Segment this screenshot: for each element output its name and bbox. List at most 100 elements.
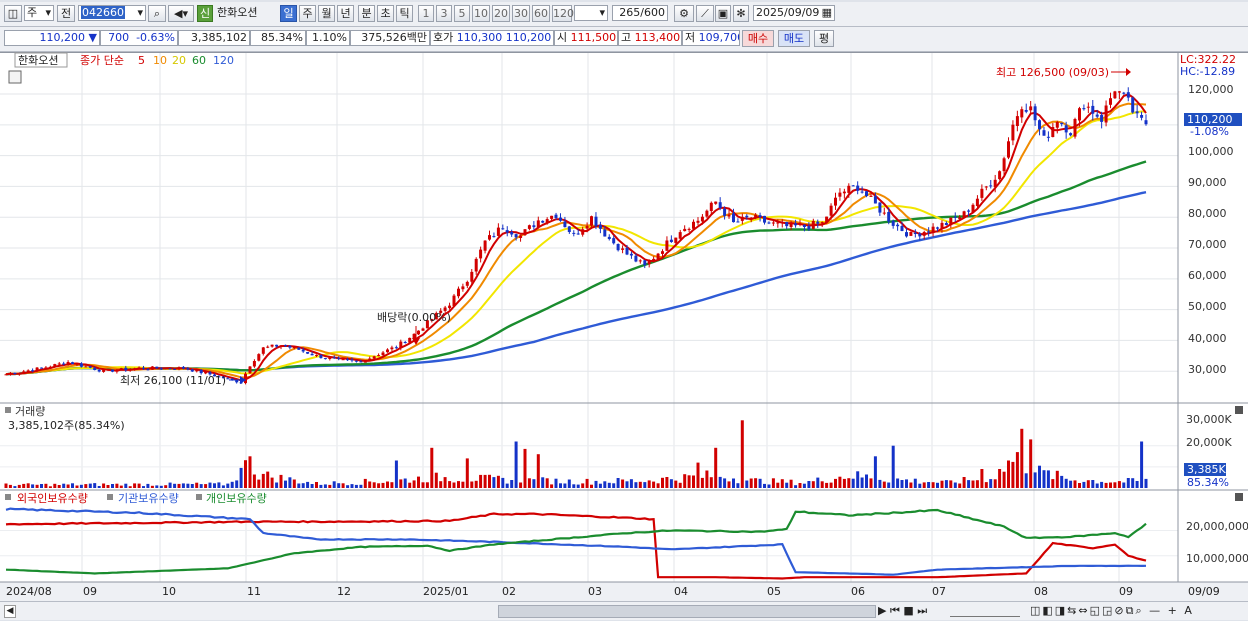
hc-label: HC:-12.89 bbox=[1180, 65, 1235, 78]
candle bbox=[829, 205, 833, 216]
prev-button[interactable]: 전 bbox=[57, 5, 75, 22]
volume-bar bbox=[235, 480, 239, 488]
candle bbox=[257, 354, 261, 361]
close-panel-icon[interactable] bbox=[1235, 406, 1243, 414]
candle bbox=[297, 347, 301, 350]
interval-3[interactable]: 3 bbox=[436, 5, 452, 22]
candle bbox=[692, 221, 695, 229]
volume-bar bbox=[492, 477, 496, 488]
stock-chart[interactable]: 한화오션 종가 단순 5 10 20 60 120 LC:322.22 HC:-… bbox=[0, 52, 1248, 601]
volume-bar bbox=[1038, 465, 1041, 488]
tool-icons[interactable]: ◫◧◨⇆⇔◱◲⊘⧉⌕ — + A bbox=[1030, 604, 1194, 618]
y-label-60000: 60,000 bbox=[1188, 269, 1227, 282]
volume-bar bbox=[1117, 481, 1121, 488]
candle bbox=[665, 240, 669, 251]
candle bbox=[1073, 119, 1077, 137]
candle bbox=[119, 368, 123, 370]
volume-bar bbox=[88, 483, 92, 488]
candle bbox=[337, 357, 341, 359]
playback-controls[interactable]: ▶ ⏮ ■ ⏭ bbox=[878, 604, 927, 618]
speaker-icon[interactable]: ◀▾ bbox=[168, 5, 194, 22]
candle bbox=[776, 222, 780, 224]
volume-bar bbox=[931, 482, 935, 488]
volume-bar bbox=[1086, 480, 1090, 488]
candle bbox=[155, 366, 159, 369]
close-panel-icon[interactable] bbox=[1235, 493, 1243, 501]
volume-bar bbox=[213, 483, 216, 488]
volume-bar bbox=[998, 469, 1002, 488]
volume-bar bbox=[310, 484, 314, 488]
volume-bar bbox=[62, 483, 66, 488]
zoom-slider[interactable] bbox=[950, 605, 1020, 617]
window-icon[interactable]: ◫ bbox=[4, 5, 22, 22]
volume-bar bbox=[434, 472, 438, 488]
volume-bar bbox=[989, 479, 993, 488]
candle bbox=[638, 260, 642, 262]
candle bbox=[57, 363, 61, 365]
buy-button[interactable]: 매수 bbox=[742, 30, 774, 47]
volume-bar bbox=[612, 483, 616, 488]
candle bbox=[1100, 115, 1104, 122]
interval-5[interactable]: 5 bbox=[454, 5, 470, 22]
save-icon[interactable]: ▣ bbox=[715, 5, 731, 22]
candle bbox=[181, 366, 185, 369]
scrollbar[interactable]: ◀ ▶ ⏮ ■ ⏭ ◫◧◨⇆⇔◱◲⊘⧉⌕ — + A bbox=[0, 601, 1248, 620]
type-select[interactable]: 주 ▾ bbox=[24, 5, 54, 21]
eval-button[interactable]: 평 bbox=[814, 30, 834, 47]
period-second[interactable]: 초 bbox=[377, 5, 394, 22]
candle bbox=[838, 192, 842, 197]
volume-bar bbox=[1055, 470, 1059, 488]
candle bbox=[479, 249, 483, 259]
interval-60[interactable]: 60 bbox=[532, 5, 550, 22]
gear-icon[interactable]: ✻ bbox=[733, 5, 749, 22]
period-tick[interactable]: 틱 bbox=[396, 5, 413, 22]
count-input[interactable]: 265/600 bbox=[612, 5, 668, 21]
search-icon[interactable]: ⌕ bbox=[148, 5, 166, 22]
volume-bar bbox=[284, 480, 287, 488]
volume-bar bbox=[643, 482, 647, 488]
volume-bar bbox=[1073, 480, 1077, 488]
draw-icon[interactable]: ⟋ bbox=[696, 5, 714, 22]
volume-bar bbox=[550, 484, 554, 488]
stock-name: 한화오션 bbox=[217, 6, 258, 19]
period-week[interactable]: 주 bbox=[299, 5, 316, 22]
chart-type-icon[interactable]: ⚙ bbox=[674, 5, 694, 22]
sell-button[interactable]: 매도 bbox=[778, 30, 810, 47]
period-day[interactable]: 일 bbox=[280, 5, 297, 22]
candle bbox=[767, 222, 771, 224]
candle bbox=[607, 236, 611, 239]
volume-bar bbox=[709, 477, 713, 488]
code-input[interactable]: 042660 ▾ bbox=[78, 5, 146, 21]
interval-30[interactable]: 30 bbox=[512, 5, 530, 22]
interval-select[interactable]: ▾ bbox=[574, 5, 608, 21]
period-month[interactable]: 월 bbox=[318, 5, 335, 22]
candle bbox=[594, 216, 598, 227]
volume-bar bbox=[967, 480, 971, 488]
interval-10[interactable]: 10 bbox=[472, 5, 490, 22]
volume-bar bbox=[510, 480, 514, 488]
volume-bar bbox=[807, 481, 811, 488]
candle bbox=[1122, 92, 1126, 94]
interval-20[interactable]: 20 bbox=[492, 5, 510, 22]
volume-bar bbox=[252, 474, 256, 488]
period-year[interactable]: 년 bbox=[337, 5, 354, 22]
volume-bar bbox=[927, 482, 931, 488]
interval-120[interactable]: 120 bbox=[552, 5, 574, 22]
candle bbox=[496, 227, 500, 236]
low-annotation: 최저 26,100 (11/01) bbox=[120, 374, 226, 387]
period-minute[interactable]: 분 bbox=[358, 5, 375, 22]
candle bbox=[847, 185, 851, 193]
volume-bar bbox=[656, 483, 660, 488]
volume-bar bbox=[301, 483, 305, 488]
scroll-thumb[interactable] bbox=[498, 605, 876, 618]
candle bbox=[1024, 110, 1028, 112]
date-input[interactable]: 2025/09/09 ▦ bbox=[753, 5, 835, 21]
table-icon[interactable] bbox=[8, 70, 22, 84]
vol-y-20000k: 20,000K bbox=[1186, 436, 1232, 449]
candle bbox=[315, 354, 318, 356]
interval-1[interactable]: 1 bbox=[418, 5, 434, 22]
candle bbox=[48, 366, 52, 368]
candle bbox=[603, 229, 607, 237]
volume-bar bbox=[297, 483, 301, 488]
scroll-left-icon[interactable]: ◀ bbox=[4, 605, 16, 618]
